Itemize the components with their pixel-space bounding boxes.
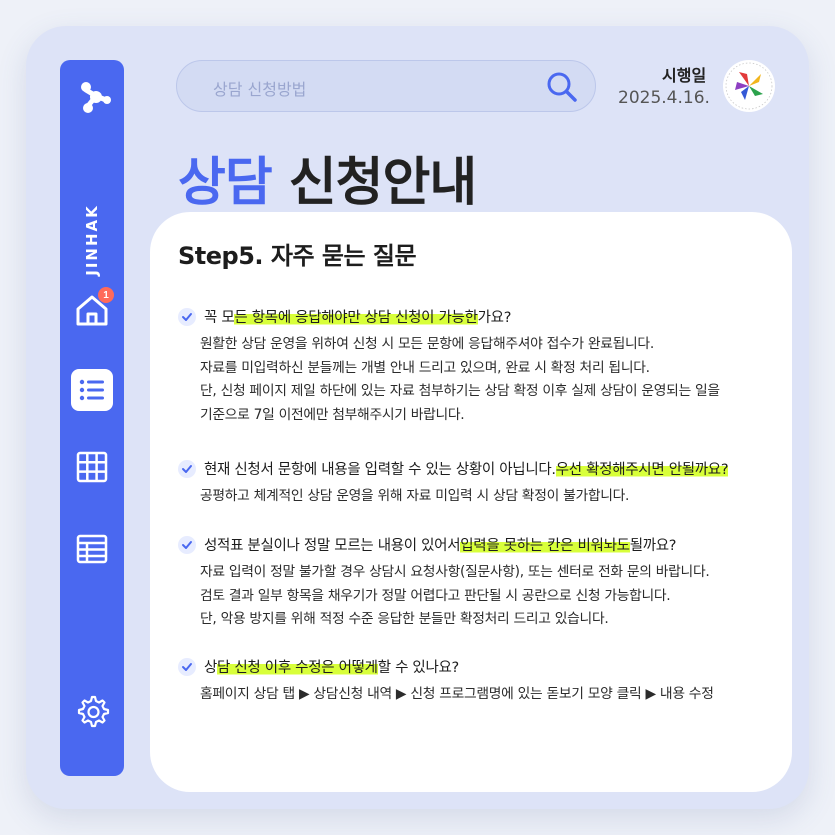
check-icon bbox=[178, 459, 196, 478]
page-title: 상담 신청안내 bbox=[178, 140, 477, 215]
answer-line: 공평하고 체계적인 상담 운영을 위해 자료 미입력 시 상담 확정이 불가합니… bbox=[200, 488, 630, 504]
question-highlight: 든 항목에 응답해야만 상담 신청이 가능한 bbox=[234, 306, 478, 327]
check-icon bbox=[178, 657, 196, 676]
search-bar[interactable]: 상담 신청방법 bbox=[176, 60, 596, 112]
answer-line: 자료를 미입력하신 분들께는 개별 안내 드리고 있으며, 완료 시 확정 처리… bbox=[200, 359, 650, 376]
check-icon bbox=[178, 307, 196, 326]
faq-answer: 원활한 상담 운영을 위하여 신청 시 모든 문항에 응답해주셔야 접수가 완료… bbox=[200, 333, 788, 427]
question-highlight: 담 신청 이후 수정은 어떻게 bbox=[217, 656, 378, 677]
pinwheel-logo-icon bbox=[725, 62, 773, 110]
search-text: 상담 신청방법 bbox=[213, 80, 307, 99]
answer-line: 홈페이지 상담 탭 ▶ 상담신청 내역 ▶ 신청 프로그램명에 있는 돋보기 모… bbox=[200, 686, 714, 702]
question-text-end: 될까요? bbox=[629, 538, 677, 554]
faq-answer: 자료 입력이 정말 불가할 경우 상담시 요청사항(질문사항), 또는 센터로 … bbox=[200, 561, 788, 632]
question-highlight: 입력을 못하는 칸은 비워놔도 bbox=[460, 534, 630, 555]
search-icon[interactable] bbox=[545, 70, 579, 104]
table-icon bbox=[76, 534, 108, 564]
nav-grid[interactable] bbox=[71, 446, 113, 488]
notification-badge: 1 bbox=[98, 287, 114, 303]
answer-line: 기준으로 7일 이전에만 첨부해주시기 바랍니다. bbox=[200, 406, 465, 423]
answer-line: 원활한 상담 운영을 위하여 신청 시 모든 문항에 응답해주셔야 접수가 완료… bbox=[200, 336, 654, 352]
question-text: 성적표 분실이나 정말 모르는 내용이 있어서 bbox=[204, 538, 461, 554]
faq-card: Step5. 자주 묻는 질문 꼭 모든 항목에 응답해야만 상담 신청이 가능… bbox=[150, 212, 792, 792]
list-icon bbox=[79, 379, 104, 401]
faq-question: 꼭 모든 항목에 응답해야만 상담 신청이 가능한 가요? bbox=[178, 306, 788, 327]
nav-list[interactable] bbox=[71, 369, 113, 411]
question-highlight: 우선 확정해주시면 안될까요? bbox=[555, 458, 729, 479]
answer-line: 검토 결과 일부 항목을 채우기가 정말 어렵다고 판단될 시 공란으로 신청 … bbox=[200, 587, 671, 604]
question-text-end: 할 수 있나요? bbox=[377, 660, 460, 676]
faq-item: 꼭 모든 항목에 응답해야만 상담 신청이 가능한 가요? 원활한 상담 운영을 … bbox=[178, 306, 788, 427]
faq-answer: 공평하고 체계적인 상담 운영을 위해 자료 미입력 시 상담 확정이 불가합니… bbox=[200, 485, 788, 509]
check-icon bbox=[178, 535, 196, 554]
faq-item: 현재 신청서 문항에 내용을 입력할 수 있는 상황이 아닙니다. 우선 확정해… bbox=[178, 458, 788, 509]
faq-answer: 홈페이지 상담 탭 ▶ 상담신청 내역 ▶ 신청 프로그램명에 있는 돋보기 모… bbox=[200, 683, 788, 707]
question-text: 현재 신청서 문항에 내용을 입력할 수 있는 상황이 아닙니다. bbox=[204, 462, 556, 478]
step-title: Step5. 자주 묻는 질문 bbox=[178, 242, 417, 270]
nav-home[interactable]: 1 bbox=[71, 287, 114, 331]
faq-question: 성적표 분실이나 정말 모르는 내용이 있어서 입력을 못하는 칸은 비워놔도 … bbox=[178, 534, 788, 555]
gear-icon bbox=[77, 695, 110, 728]
sidebar: JINHAK 1 bbox=[60, 60, 124, 776]
faq-item: 성적표 분실이나 정말 모르는 내용이 있어서 입력을 못하는 칸은 비워놔도 … bbox=[178, 534, 788, 632]
page-title-accent: 상담 bbox=[178, 153, 273, 213]
emblem-logo bbox=[723, 60, 775, 112]
page-title-main: 신청안내 bbox=[288, 153, 477, 213]
network-logo-icon[interactable] bbox=[74, 78, 112, 116]
faq-question: 현재 신청서 문항에 내용을 입력할 수 있는 상황이 아닙니다. 우선 확정해… bbox=[178, 458, 788, 479]
date-label: 시행일 bbox=[662, 66, 707, 85]
faq-item: 상담 신청 이후 수정은 어떻게 할 수 있나요? 홈페이지 상담 탭 ▶ 상담… bbox=[178, 656, 788, 707]
date-value: 2025.4.16. bbox=[618, 88, 710, 108]
grid-icon bbox=[76, 451, 108, 483]
faq-question: 상담 신청 이후 수정은 어떻게 할 수 있나요? bbox=[178, 656, 788, 677]
question-text-end: 가요? bbox=[477, 310, 512, 326]
nav-settings[interactable] bbox=[71, 690, 113, 732]
answer-line: 자료 입력이 정말 불가할 경우 상담시 요청사항(질문사항), 또는 센터로 … bbox=[200, 564, 710, 580]
answer-line: 단, 악용 방지를 위해 적정 수준 응답한 분들만 확정처리 드리고 있습니다… bbox=[200, 611, 609, 627]
question-text: 상 bbox=[204, 660, 218, 676]
brand-text: JINHAK bbox=[83, 204, 101, 276]
answer-line: 단, 신청 페이지 제일 하단에 있는 자료 첨부하기는 상담 확정 이후 실제… bbox=[200, 383, 720, 399]
question-text: 꼭 모 bbox=[204, 310, 235, 326]
nav-table[interactable] bbox=[71, 528, 113, 570]
